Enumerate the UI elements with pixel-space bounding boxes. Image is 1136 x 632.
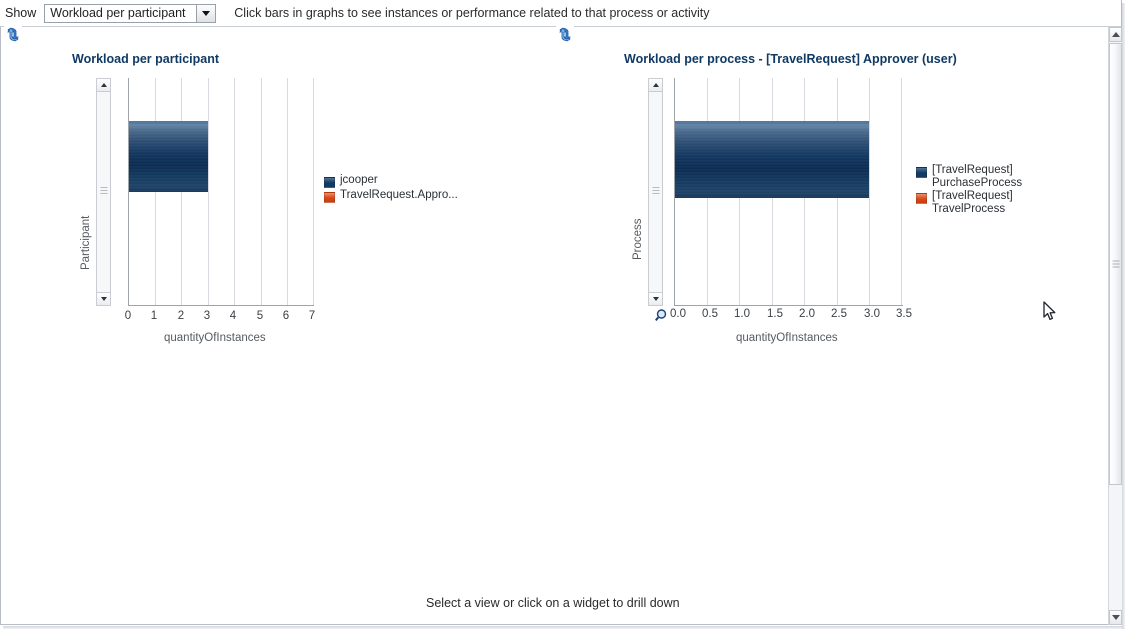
x-tick-label: 6 [282,310,290,322]
x-tick-label: 1.0 [734,308,750,320]
scroll-grip-icon [1112,260,1119,268]
main-vertical-scrollbar[interactable] [1108,27,1122,625]
scroll-up-arrow-icon[interactable] [1109,27,1122,42]
x-tick-label: 0.5 [702,308,718,320]
bar-jcooper[interactable] [129,121,208,192]
gridline [869,78,870,305]
bar-travelrequest-approver[interactable] [129,192,287,265]
bar-travelrequest-purchaseprocess[interactable] [675,121,869,198]
chart-left-category-scrollbar[interactable] [96,78,111,306]
scroll-grip-icon [100,187,107,196]
x-tick-label: 3.0 [864,308,880,320]
x-tick-label: 0 [124,310,132,322]
chevron-down-icon[interactable] [196,4,216,22]
x-tick-label: 3 [203,310,211,322]
scroll-down-arrow-icon[interactable] [649,292,662,305]
legend-swatch-orange-icon [324,192,335,203]
gridline [901,78,902,305]
window-shadow-bottom [3,626,1125,629]
scroll-down-arrow-icon[interactable] [97,292,110,305]
toolbar: Show Workload per participant Click bars… [0,0,1121,27]
show-label: Show [5,6,37,20]
dashboard-root: Show Workload per participant Click bars… [0,0,1136,632]
legend-item[interactable]: [TravelRequest] TravelProcess [916,190,1022,215]
toolbar-hint: Click bars in graphs to see instances or… [234,6,710,20]
scrollbar-thumb[interactable] [1109,43,1122,485]
x-tick-label: 5 [256,310,264,322]
window-shadow-right [1122,3,1125,629]
scroll-up-arrow-icon[interactable] [649,79,662,92]
view-select-value: Workload per participant [50,6,186,20]
legend-label: jcooper [340,174,378,186]
x-tick-label: 7 [308,310,316,322]
x-tick-label: 0.0 [670,308,686,320]
legend-item[interactable]: jcooper [324,174,458,188]
chart-left-y-axis-label: Participant [80,215,92,270]
legend-item[interactable]: TravelRequest.Appro... [324,189,458,203]
chart-right-plot-area[interactable] [674,78,903,306]
bar-travelrequest-travelprocess[interactable] [675,198,869,274]
chart-right-legend[interactable]: [TravelRequest] PurchaseProcess [TravelR… [916,164,1022,216]
legend-swatch-orange-icon [916,193,927,204]
chart-right-x-axis-label: quantityOfInstances [736,332,838,344]
legend-label: [TravelRequest] TravelProcess [932,190,1013,215]
x-tick-label: 2.5 [831,308,847,320]
chart-workload-per-participant[interactable]: Workload per participant Participant 0 1… [72,52,532,352]
legend-item[interactable]: [TravelRequest] PurchaseProcess [916,164,1022,189]
chart-right-title: Workload per process - [TravelRequest] A… [624,52,957,66]
mouse-pointer-icon [1043,301,1057,322]
gridline [313,78,314,305]
legend-label: [TravelRequest] PurchaseProcess [932,164,1023,189]
x-tick-label: 1 [150,310,158,322]
chart-left-x-axis-label: quantityOfInstances [164,332,266,344]
chart-right-category-scrollbar[interactable] [648,78,663,306]
x-tick-label: 1.5 [767,308,783,320]
legend-label: TravelRequest.Appro... [340,189,458,201]
chart-left-plot-area[interactable] [128,78,314,306]
footer-message: Select a view or click on a widget to dr… [426,596,680,610]
x-tick-label: 3.5 [896,308,912,320]
chart-right-y-axis-label: Process [632,218,644,260]
refresh-icon-right[interactable] [556,26,574,44]
x-tick-label: 2.0 [799,308,815,320]
refresh-icon-left[interactable] [4,26,22,44]
gridline [287,78,288,305]
view-select[interactable]: Workload per participant [44,3,217,23]
scroll-up-arrow-icon[interactable] [97,79,110,92]
chart-left-legend[interactable]: jcooper TravelRequest.Appro... [324,174,458,204]
x-tick-label: 4 [229,310,237,322]
legend-swatch-blue-icon [916,167,927,178]
x-tick-label: 2 [177,310,185,322]
chart-workload-per-process[interactable]: Workload per process - [TravelRequest] A… [624,52,1064,352]
legend-swatch-blue-icon [324,177,335,188]
chart-left-title: Workload per participant [72,52,220,66]
scroll-grip-icon [652,187,659,196]
scroll-down-arrow-icon[interactable] [1109,610,1122,625]
